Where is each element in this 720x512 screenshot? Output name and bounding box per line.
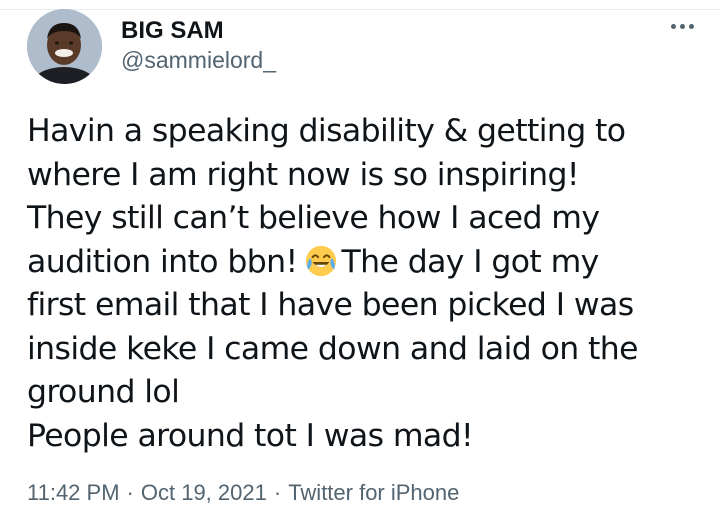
more-horizontal-icon (679, 23, 685, 29)
top-divider (0, 0, 720, 10)
avatar[interactable] (27, 9, 102, 84)
tweet-source-link[interactable]: Twitter for iPhone (288, 480, 459, 505)
tweet-line: People around tot I was mad! (27, 417, 474, 454)
tweet-meta: 11:42 PM · Oct 19, 2021 · Twitter for iPhone (27, 479, 459, 507)
meta-separator: · (126, 480, 134, 505)
tweet-line: where I am right now is so inspiring! (27, 156, 580, 193)
tweet-line-with-emoji: audition into bbn! The day I got my (27, 241, 707, 285)
tweet-text: Havin a speaking disability & getting to… (27, 110, 707, 458)
tweet-date[interactable]: Oct 19, 2021 (141, 480, 267, 505)
author-name[interactable]: BIG SAM (121, 17, 224, 45)
meta-separator: · (273, 480, 282, 505)
more-options-button[interactable] (664, 14, 700, 38)
tweet-line: Havin a speaking disability & getting to (27, 113, 626, 149)
tears-of-joy-emoji-icon (304, 244, 338, 278)
tweet-line-part: audition into bbn! (27, 243, 298, 280)
tweet-line: first email that I have been picked I wa… (27, 287, 634, 323)
more-horizontal-icon (688, 23, 694, 29)
tweet-line-part: The day I got my (341, 243, 600, 280)
more-horizontal-icon (670, 23, 676, 29)
tweet-line: They still can’t believe how I aced my (27, 200, 600, 236)
tweet-time[interactable]: 11:42 PM (27, 480, 120, 505)
tweet-line: inside keke I came down and laid on the (27, 330, 639, 367)
author-handle[interactable]: @sammielord_ (121, 46, 276, 74)
tweet-line: ground lol (27, 374, 180, 410)
profile-photo-icon (27, 9, 102, 84)
